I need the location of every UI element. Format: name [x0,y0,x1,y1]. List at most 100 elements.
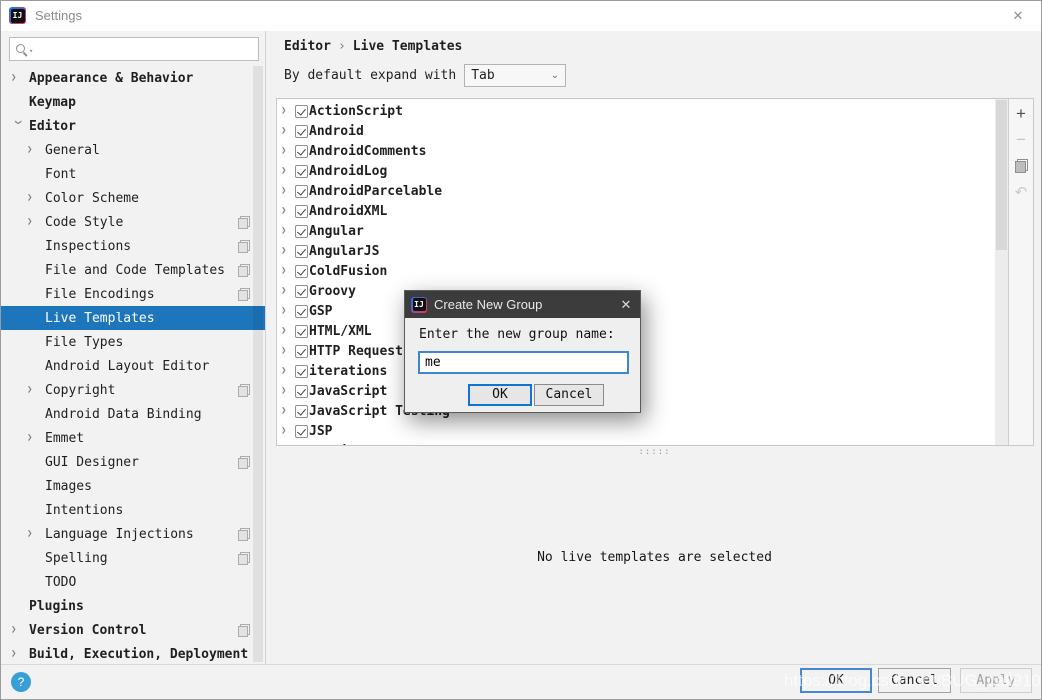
sidebar-item-general[interactable]: ❯ General [1,138,266,162]
dialog-cancel-button[interactable]: Cancel [534,384,604,406]
sidebar-item-intentions[interactable]: ❯ Intentions [1,498,266,522]
expand-chevron-icon[interactable]: ❯ [281,226,295,236]
group-checkbox[interactable] [295,345,308,358]
template-group-angularjs[interactable]: ❯ AngularJS [277,241,995,261]
sidebar-item-build-execution-deployment[interactable]: ❯ Build, Execution, Deployment [1,642,266,664]
expand-chevron-icon[interactable]: ❯ [281,106,295,116]
template-group-angular[interactable]: ❯ Angular [277,221,995,241]
duplicate-button[interactable] [1010,155,1032,177]
sidebar-item-color-scheme[interactable]: ❯ Color Scheme [1,186,266,210]
group-checkbox[interactable] [295,205,308,218]
expand-chevron-icon[interactable]: ❯ [281,206,295,216]
expand-chevron-icon[interactable]: ❯ [27,193,43,203]
expand-chevron-icon[interactable]: ❯ [281,146,295,156]
template-group-androidparcelable[interactable]: ❯ AndroidParcelable [277,181,995,201]
apply-button[interactable]: Apply [960,668,1032,693]
group-checkbox[interactable] [295,125,308,138]
expand-chevron-icon[interactable]: ❯ [27,217,43,227]
breadcrumb-editor[interactable]: Editor [284,39,331,54]
group-checkbox[interactable] [295,185,308,198]
sidebar-item-gui-designer[interactable]: ❯ GUI Designer [1,450,266,474]
add-button[interactable]: + [1010,103,1032,125]
sidebar-item-appearance-behavior[interactable]: ❯ Appearance & Behavior [1,66,266,90]
expand-chevron-icon[interactable]: ❯ [281,286,295,296]
expand-chevron-icon[interactable]: ❯ [281,406,295,416]
sidebar-item-version-control[interactable]: ❯ Version Control [1,618,266,642]
sidebar-item-keymap[interactable]: ❯ Keymap [1,90,266,114]
sidebar-scrollbar[interactable] [253,66,263,662]
template-group-actionscript[interactable]: ❯ ActionScript [277,101,995,121]
expand-chevron-icon[interactable]: ❯ [281,306,295,316]
template-list-scrollbar[interactable] [995,99,1008,445]
search-input[interactable] [37,39,258,59]
expand-chevron-icon[interactable]: ❯ [11,649,27,659]
expand-chevron-icon[interactable]: ❯ [281,426,295,436]
expand-chevron-icon[interactable]: ❯ [281,386,295,396]
expand-chevron-icon[interactable]: ❯ [281,166,295,176]
template-group-androidxml[interactable]: ❯ AndroidXML [277,201,995,221]
group-checkbox[interactable] [295,385,308,398]
expand-chevron-icon[interactable]: ❯ [12,120,22,136]
dialog-titlebar[interactable]: IJ Create New Group ✕ [405,291,640,318]
group-checkbox[interactable] [295,325,308,338]
sidebar-item-spelling[interactable]: ❯ Spelling [1,546,266,570]
group-checkbox[interactable] [295,365,308,378]
window-titlebar[interactable]: IJ Settings ✕ [1,1,1041,31]
group-checkbox[interactable] [295,105,308,118]
expand-chevron-icon[interactable]: ❯ [27,385,43,395]
dialog-close-icon[interactable]: ✕ [612,291,640,318]
group-checkbox[interactable] [295,165,308,178]
expand-chevron-icon[interactable]: ❯ [281,186,295,196]
group-checkbox[interactable] [295,245,308,258]
sidebar-item-file-types[interactable]: ❯ File Types [1,330,266,354]
group-checkbox[interactable] [295,445,308,446]
sidebar-item-font[interactable]: ❯ Font [1,162,266,186]
sidebar-item-editor[interactable]: ❯ Editor [1,114,266,138]
expand-chevron-icon[interactable]: ❯ [281,246,295,256]
group-checkbox[interactable] [295,265,308,278]
group-checkbox[interactable] [295,405,308,418]
settings-search-box[interactable]: ▾ [9,37,259,61]
remove-button[interactable]: − [1010,129,1032,151]
expand-chevron-icon[interactable]: ❯ [281,366,295,376]
sidebar-item-file-encodings[interactable]: ❯ File Encodings [1,282,266,306]
sidebar-item-emmet[interactable]: ❯ Emmet [1,426,266,450]
sidebar-item-file-and-code-templates[interactable]: ❯ File and Code Templates [1,258,266,282]
template-group-androidlog[interactable]: ❯ AndroidLog [277,161,995,181]
expand-chevron-icon[interactable]: ❯ [281,346,295,356]
window-close-icon[interactable]: ✕ [1007,5,1029,27]
cancel-button[interactable]: Cancel [878,668,951,693]
sidebar-item-todo[interactable]: ❯ TODO [1,570,266,594]
help-button[interactable]: ? [11,672,31,692]
sidebar-item-android-layout-editor[interactable]: ❯ Android Layout Editor [1,354,266,378]
expand-chevron-icon[interactable]: ❯ [281,126,295,136]
sidebar-item-images[interactable]: ❯ Images [1,474,266,498]
group-checkbox[interactable] [295,305,308,318]
expand-chevron-icon[interactable]: ❯ [281,266,295,276]
expand-chevron-icon[interactable]: ❯ [27,145,43,155]
template-group-kotlin[interactable]: ❯ Kotlin [277,441,995,445]
ok-button[interactable]: OK [800,668,872,693]
sidebar-item-live-templates[interactable]: ❯ Live Templates [1,306,266,330]
sidebar-item-language-injections[interactable]: ❯ Language Injections [1,522,266,546]
scrollbar-thumb[interactable] [996,100,1007,250]
sidebar-item-android-data-binding[interactable]: ❯ Android Data Binding [1,402,266,426]
group-checkbox[interactable] [295,145,308,158]
expand-chevron-icon[interactable]: ❯ [281,326,295,336]
sidebar-item-copyright[interactable]: ❯ Copyright [1,378,266,402]
sidebar-item-inspections[interactable]: ❯ Inspections [1,234,266,258]
expand-chevron-icon[interactable]: ❯ [11,625,27,635]
template-group-androidcomments[interactable]: ❯ AndroidComments [277,141,995,161]
expand-chevron-icon[interactable]: ❯ [27,433,43,443]
expand-chevron-icon[interactable]: ❯ [11,73,27,83]
splitter-grip-icon[interactable]: ::::: [266,448,1042,456]
revert-button[interactable]: ↶ [1010,181,1032,203]
search-options-caret-icon[interactable]: ▾ [29,47,33,55]
sidebar-item-code-style[interactable]: ❯ Code Style [1,210,266,234]
template-group-coldfusion[interactable]: ❯ ColdFusion [277,261,995,281]
panel-splitter[interactable]: ::::: [266,448,1042,458]
group-name-input[interactable] [418,351,629,374]
group-checkbox[interactable] [295,425,308,438]
group-checkbox[interactable] [295,285,308,298]
template-group-android[interactable]: ❯ Android [277,121,995,141]
